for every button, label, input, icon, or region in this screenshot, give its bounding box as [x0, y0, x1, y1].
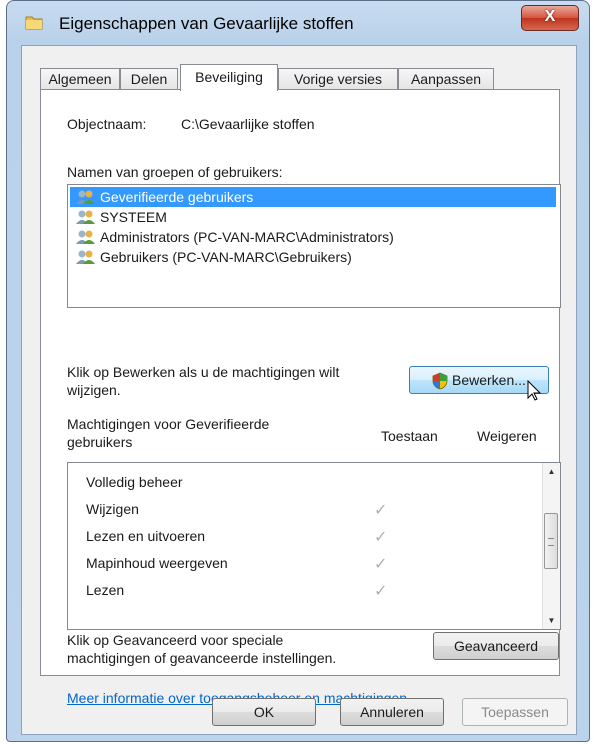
window-title: Eigenschappen van Gevaarlijke stoffen — [59, 14, 354, 33]
list-item-label: Administrators (PC-VAN-MARC\Administrato… — [100, 229, 394, 245]
list-item-label: Geverifieerde gebruikers — [100, 189, 254, 205]
column-allow: Toestaan — [381, 428, 438, 444]
tab-beveiliging[interactable]: Beveiliging — [180, 64, 278, 91]
cancel-button[interactable]: Annuleren — [340, 698, 444, 726]
close-button[interactable]: X — [521, 5, 579, 31]
ok-button[interactable]: OK — [212, 698, 316, 726]
list-item[interactable]: SYSTEEM — [70, 207, 167, 227]
permissions-title-line2: gebruikers — [67, 434, 133, 450]
permission-name: Mapinhoud weergeven — [86, 555, 228, 571]
tab-aanpassen[interactable]: Aanpassen — [398, 68, 494, 90]
properties-window: Eigenschappen van Gevaarlijke stoffen X … — [6, 0, 590, 742]
permission-name: Volledig beheer — [86, 474, 183, 490]
close-icon: X — [544, 8, 556, 25]
tab-algemeen[interactable]: Algemeen — [40, 68, 120, 90]
cursor-icon — [527, 380, 541, 401]
apply-button[interactable]: Toepassen — [462, 698, 568, 726]
permissions-list[interactable]: Volledig beheer Wijzigen ✓ Lezen en uitv… — [67, 462, 561, 630]
scroll-down-arrow-icon[interactable]: ▼ — [543, 612, 560, 629]
object-label: Objectnaam: — [67, 116, 147, 132]
folder-icon — [25, 16, 43, 30]
check-icon: ✓ — [374, 502, 388, 519]
permission-row: Wijzigen — [86, 496, 139, 522]
advanced-hint-line2: machtigingen of geavanceerde instellinge… — [67, 650, 337, 666]
advanced-hint-line1: Klik op Geavanceerd voor speciale — [67, 632, 284, 648]
list-item[interactable]: Gebruikers (PC-VAN-MARC\Gebruikers) — [70, 247, 352, 267]
check-icon: ✓ — [374, 556, 388, 573]
permission-row: Lezen en uitvoeren — [86, 523, 205, 549]
edit-button-label: Bewerken... — [452, 372, 526, 388]
users-icon — [76, 250, 95, 264]
dialog-client: Algemeen Delen Beveiliging Vorige versie… — [21, 45, 577, 735]
users-icon — [76, 230, 95, 244]
check-icon: ✓ — [374, 529, 388, 546]
column-deny: Weigeren — [477, 428, 537, 444]
edit-hint-line2: wijzigen. — [67, 382, 121, 398]
permissions-scrollbar[interactable]: ▲ ▼ — [542, 463, 560, 629]
scroll-thumb[interactable] — [544, 513, 558, 569]
edit-hint-line1: Klik op Bewerken als u de machtigingen w… — [67, 364, 340, 380]
list-item-label: SYSTEEM — [100, 209, 167, 225]
groups-listbox[interactable]: Geverifieerde gebruikers SYSTEEM Adminis… — [67, 184, 561, 308]
permission-name: Lezen — [86, 582, 125, 598]
tab-delen[interactable]: Delen — [120, 68, 178, 90]
permission-row: Volledig beheer — [86, 469, 183, 495]
advanced-button[interactable]: Geavanceerd — [433, 632, 559, 660]
list-item[interactable]: Administrators (PC-VAN-MARC\Administrato… — [70, 227, 394, 247]
groups-label: Namen van groepen of gebruikers: — [67, 164, 283, 180]
shield-icon — [432, 372, 448, 390]
permission-name: Lezen en uitvoeren — [86, 528, 206, 544]
object-value: C:\Gevaarlijke stoffen — [181, 116, 315, 132]
users-icon — [76, 190, 95, 204]
permission-row: Mapinhoud weergeven — [86, 550, 228, 576]
title-bar[interactable]: Eigenschappen van Gevaarlijke stoffen X — [7, 1, 589, 45]
grip-icon — [548, 538, 554, 546]
permission-name: Wijzigen — [86, 501, 139, 517]
check-icon: ✓ — [374, 583, 388, 600]
list-item[interactable]: Geverifieerde gebruikers — [70, 187, 556, 207]
scroll-up-arrow-icon[interactable]: ▲ — [543, 463, 560, 480]
permission-row: Lezen — [86, 577, 124, 603]
users-icon — [76, 210, 95, 224]
list-item-label: Gebruikers (PC-VAN-MARC\Gebruikers) — [100, 249, 352, 265]
permissions-title-line1: Machtigingen voor Geverifieerde — [67, 416, 270, 432]
tab-vorige-versies[interactable]: Vorige versies — [278, 68, 398, 90]
security-panel: Objectnaam: C:\Gevaarlijke stoffen Namen… — [40, 89, 561, 706]
